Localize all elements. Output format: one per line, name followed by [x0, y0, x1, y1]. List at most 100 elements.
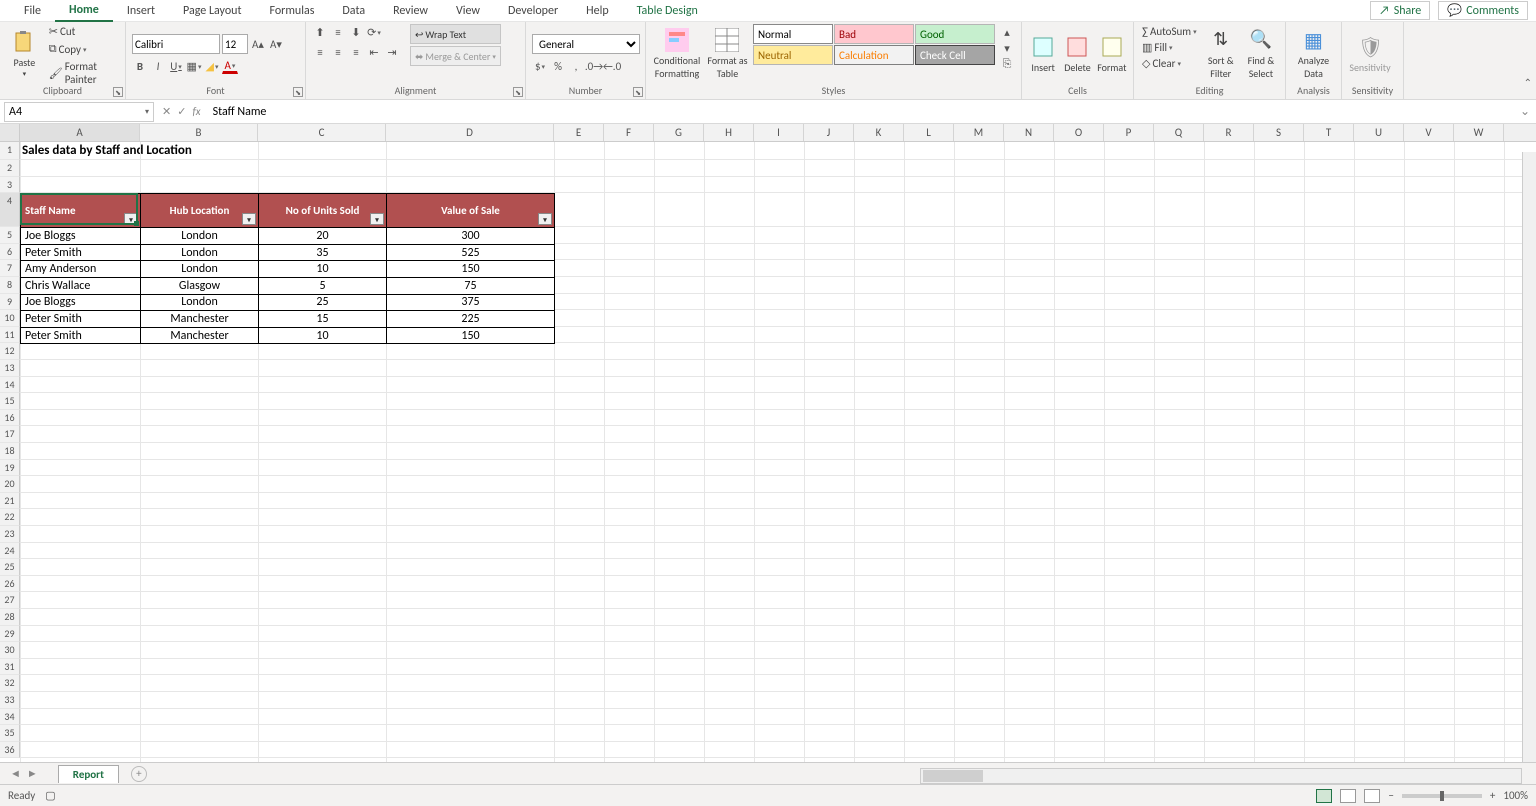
col-header-J[interactable]: J	[804, 124, 854, 141]
indent-dec-icon[interactable]: ⇤	[366, 44, 382, 60]
filter-icon[interactable]: ▾	[538, 213, 552, 225]
col-header-E[interactable]: E	[554, 124, 604, 141]
cancel-formula-icon[interactable]: ✕	[162, 105, 171, 118]
new-sheet-button[interactable]: +	[131, 766, 147, 782]
tab-developer[interactable]: Developer	[494, 1, 572, 21]
row-header-21[interactable]: 21	[0, 493, 20, 510]
row-header-29[interactable]: 29	[0, 626, 20, 643]
expand-formula-icon[interactable]: ⌄	[1514, 104, 1536, 119]
row-header-2[interactable]: 2	[0, 160, 20, 177]
enter-formula-icon[interactable]: ✓	[177, 105, 186, 118]
tab-review[interactable]: Review	[379, 1, 442, 21]
style-check-cell[interactable]: Check Cell	[915, 45, 995, 65]
find-select-button[interactable]: 🔍Find & Select	[1243, 24, 1279, 84]
cell[interactable]: 525	[387, 244, 555, 261]
collapse-ribbon-icon[interactable]: ⌃	[1524, 76, 1532, 89]
clear-button[interactable]: ◇Clear▾	[1140, 56, 1199, 71]
sheet-nav-next-icon[interactable]: ►	[27, 767, 38, 780]
table-row[interactable]: Peter SmithLondon35525	[21, 244, 555, 261]
cell[interactable]: Chris Wallace	[21, 277, 141, 294]
cell[interactable]: Manchester	[141, 327, 259, 344]
row-header-23[interactable]: 23	[0, 526, 20, 543]
row-header-28[interactable]: 28	[0, 609, 20, 626]
cell[interactable]: Peter Smith	[21, 311, 141, 328]
sensitivity-button[interactable]: 🛡Sensitivity	[1348, 24, 1392, 84]
table-header[interactable]: Value of Sale▾	[387, 194, 555, 228]
align-top-icon[interactable]: ⬆	[312, 24, 328, 40]
cell[interactable]: 150	[387, 327, 555, 344]
number-dialog-icon[interactable]: ⬊	[633, 87, 643, 97]
tab-help[interactable]: Help	[572, 1, 623, 21]
format-as-table-button[interactable]: Format as Table	[706, 24, 749, 84]
table-header[interactable]: Staff Name▾	[21, 194, 141, 228]
accounting-format-icon[interactable]: $	[532, 58, 548, 74]
font-color-button[interactable]: A	[222, 58, 238, 74]
row-header-26[interactable]: 26	[0, 576, 20, 593]
font-dialog-icon[interactable]: ⬊	[293, 87, 303, 97]
paste-button[interactable]: Paste▾	[6, 24, 43, 84]
zoom-in-icon[interactable]: +	[1490, 789, 1495, 802]
cell[interactable]: 375	[387, 294, 555, 311]
table-row[interactable]: Chris WallaceGlasgow575	[21, 277, 555, 294]
align-right-icon[interactable]: ≡	[348, 44, 364, 60]
col-header-L[interactable]: L	[904, 124, 954, 141]
col-header-B[interactable]: B	[140, 124, 258, 141]
row-header-35[interactable]: 35	[0, 725, 20, 742]
delete-cells-button[interactable]: Delete	[1062, 24, 1092, 84]
percent-format-icon[interactable]: %	[550, 58, 566, 74]
row-header-20[interactable]: 20	[0, 476, 20, 493]
row-header-11[interactable]: 11	[0, 327, 20, 344]
row-header-7[interactable]: 7	[0, 260, 20, 277]
col-header-C[interactable]: C	[258, 124, 386, 141]
cell[interactable]: Joe Bloggs	[21, 294, 141, 311]
row-header-1[interactable]: 1	[0, 142, 20, 160]
tab-file[interactable]: File	[10, 1, 55, 21]
horizontal-scrollbar[interactable]	[920, 768, 1522, 784]
font-name-select[interactable]	[132, 34, 220, 54]
insert-cells-button[interactable]: Insert	[1028, 24, 1058, 84]
row-header-13[interactable]: 13	[0, 360, 20, 377]
style-normal[interactable]: Normal	[753, 24, 833, 44]
select-all-button[interactable]	[0, 124, 20, 141]
row-header-10[interactable]: 10	[0, 310, 20, 327]
col-header-G[interactable]: G	[654, 124, 704, 141]
styles-more-icon[interactable]: ⎘	[999, 56, 1015, 72]
row-header-9[interactable]: 9	[0, 294, 20, 311]
styles-up-icon[interactable]: ▴	[999, 24, 1015, 40]
conditional-formatting-button[interactable]: Conditional Formatting	[652, 24, 702, 84]
tab-page-layout[interactable]: Page Layout	[169, 1, 255, 21]
filter-icon[interactable]: ▾	[242, 213, 256, 225]
col-header-T[interactable]: T	[1304, 124, 1354, 141]
col-header-P[interactable]: P	[1104, 124, 1154, 141]
view-page-layout-icon[interactable]	[1340, 789, 1356, 803]
style-neutral[interactable]: Neutral	[753, 45, 833, 65]
cell[interactable]: London	[141, 261, 259, 278]
row-header-8[interactable]: 8	[0, 277, 20, 294]
indent-inc-icon[interactable]: ⇥	[384, 44, 400, 60]
table-header[interactable]: No of Units Sold▾	[259, 194, 387, 228]
alignment-dialog-icon[interactable]: ⬊	[513, 87, 523, 97]
cell[interactable]: Joe Bloggs	[21, 228, 141, 245]
table-row[interactable]: Joe BloggsLondon20300	[21, 228, 555, 245]
font-size-select[interactable]	[222, 34, 248, 54]
col-header-F[interactable]: F	[604, 124, 654, 141]
view-normal-icon[interactable]	[1316, 789, 1332, 803]
cell[interactable]: London	[141, 228, 259, 245]
row-header-16[interactable]: 16	[0, 410, 20, 427]
table-row[interactable]: Peter SmithManchester15225	[21, 311, 555, 328]
align-left-icon[interactable]: ≡	[312, 44, 328, 60]
copy-button[interactable]: ⧉Copy▾	[47, 41, 119, 57]
table-row[interactable]: Joe BloggsLondon25375	[21, 294, 555, 311]
zoom-out-icon[interactable]: −	[1388, 789, 1393, 802]
col-header-N[interactable]: N	[1004, 124, 1054, 141]
fill-color-button[interactable]: ◢	[204, 58, 220, 74]
bold-button[interactable]: B	[132, 58, 148, 74]
clipboard-dialog-icon[interactable]: ⬊	[113, 87, 123, 97]
tab-insert[interactable]: Insert	[113, 1, 169, 21]
tab-formulas[interactable]: Formulas	[255, 1, 328, 21]
style-good[interactable]: Good	[915, 24, 995, 44]
style-bad[interactable]: Bad	[834, 24, 914, 44]
row-header-3[interactable]: 3	[0, 177, 20, 194]
row-header-17[interactable]: 17	[0, 426, 20, 443]
row-header-31[interactable]: 31	[0, 659, 20, 676]
